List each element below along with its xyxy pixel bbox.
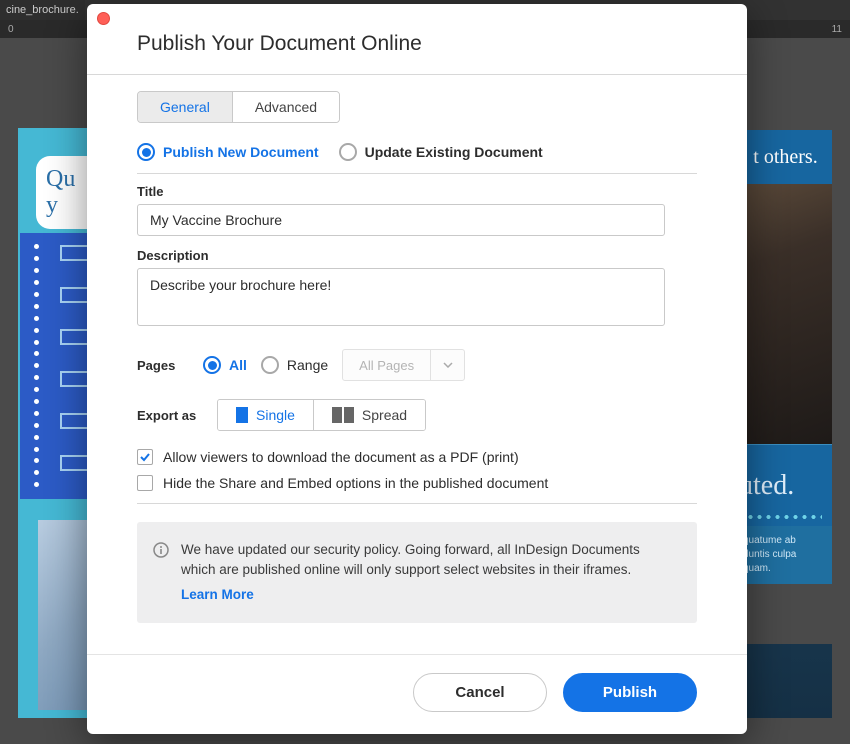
checkbox-icon [137, 475, 153, 491]
publish-button[interactable]: Publish [563, 673, 697, 712]
close-button[interactable] [97, 12, 110, 25]
export-single[interactable]: Single [218, 400, 314, 430]
checkbox-label: Allow viewers to download the document a… [163, 449, 519, 465]
radio-pages-all[interactable]: All [203, 356, 247, 374]
dialog-title: Publish Your Document Online [87, 4, 747, 74]
checkbox-allow-download[interactable]: Allow viewers to download the document a… [137, 449, 697, 465]
divider [137, 503, 697, 504]
caption-line: quatume ab [743, 534, 826, 548]
dialog-body: General Advanced Publish New Document Up… [87, 75, 747, 654]
checkbox-hide-share[interactable]: Hide the Share and Embed options in the … [137, 475, 697, 491]
checkbox-label: Hide the Share and Embed options in the … [163, 475, 548, 491]
checkbox-icon [137, 449, 153, 465]
radio-icon [339, 143, 357, 161]
pages-range-select: All Pages [342, 349, 465, 381]
spread-page-icon [332, 407, 354, 423]
radio-pages-range[interactable]: Range [261, 356, 328, 374]
caption-line: duntis culpa [743, 548, 826, 562]
tabs: General Advanced [137, 91, 340, 123]
radio-label: Range [287, 357, 328, 373]
pages-row: Pages All Range All Pages [137, 349, 697, 381]
info-panel: We have updated our security policy. Goi… [137, 522, 697, 623]
title-label: Title [137, 184, 697, 199]
learn-more-link[interactable]: Learn More [181, 585, 254, 605]
headline-text: uted. [739, 470, 794, 502]
export-single-label: Single [256, 407, 295, 423]
ruler-mark-left: 0 [8, 24, 14, 35]
tab-advanced[interactable]: Advanced [233, 92, 339, 122]
chevron-down-icon [430, 350, 464, 380]
caption-line: quam. [743, 562, 826, 576]
info-text: We have updated our security policy. Goi… [181, 540, 673, 579]
title-input[interactable] [137, 204, 665, 236]
radio-icon [203, 356, 221, 374]
export-segmented: Single Spread [217, 399, 426, 431]
radio-label: Publish New Document [163, 144, 319, 160]
info-icon [153, 542, 169, 558]
dialog-footer: Cancel Publish [87, 654, 747, 734]
right-top-text: t others. [753, 146, 817, 169]
export-spread[interactable]: Spread [314, 400, 425, 430]
description-input[interactable]: Describe your brochure here! [137, 268, 665, 326]
divider [137, 173, 697, 174]
select-value: All Pages [343, 350, 430, 380]
export-label: Export as [137, 408, 203, 423]
ruler-mark-right: 11 [832, 24, 842, 35]
cancel-button[interactable]: Cancel [413, 673, 547, 712]
radio-update-existing[interactable]: Update Existing Document [339, 143, 543, 161]
radio-label: Update Existing Document [365, 144, 543, 160]
publish-mode-group: Publish New Document Update Existing Doc… [137, 143, 697, 161]
description-label: Description [137, 248, 697, 263]
radio-icon [137, 143, 155, 161]
document-tab-fragment: cine_brochure. [0, 0, 85, 20]
tab-general[interactable]: General [138, 92, 233, 122]
export-row: Export as Single Spread [137, 399, 697, 431]
radio-icon [261, 356, 279, 374]
dot-column [28, 233, 44, 499]
single-page-icon [236, 407, 248, 423]
radio-label: All [229, 357, 247, 373]
export-spread-label: Spread [362, 407, 407, 423]
radio-publish-new[interactable]: Publish New Document [137, 143, 319, 161]
pages-label: Pages [137, 358, 189, 373]
publish-online-dialog: Publish Your Document Online General Adv… [87, 4, 747, 734]
